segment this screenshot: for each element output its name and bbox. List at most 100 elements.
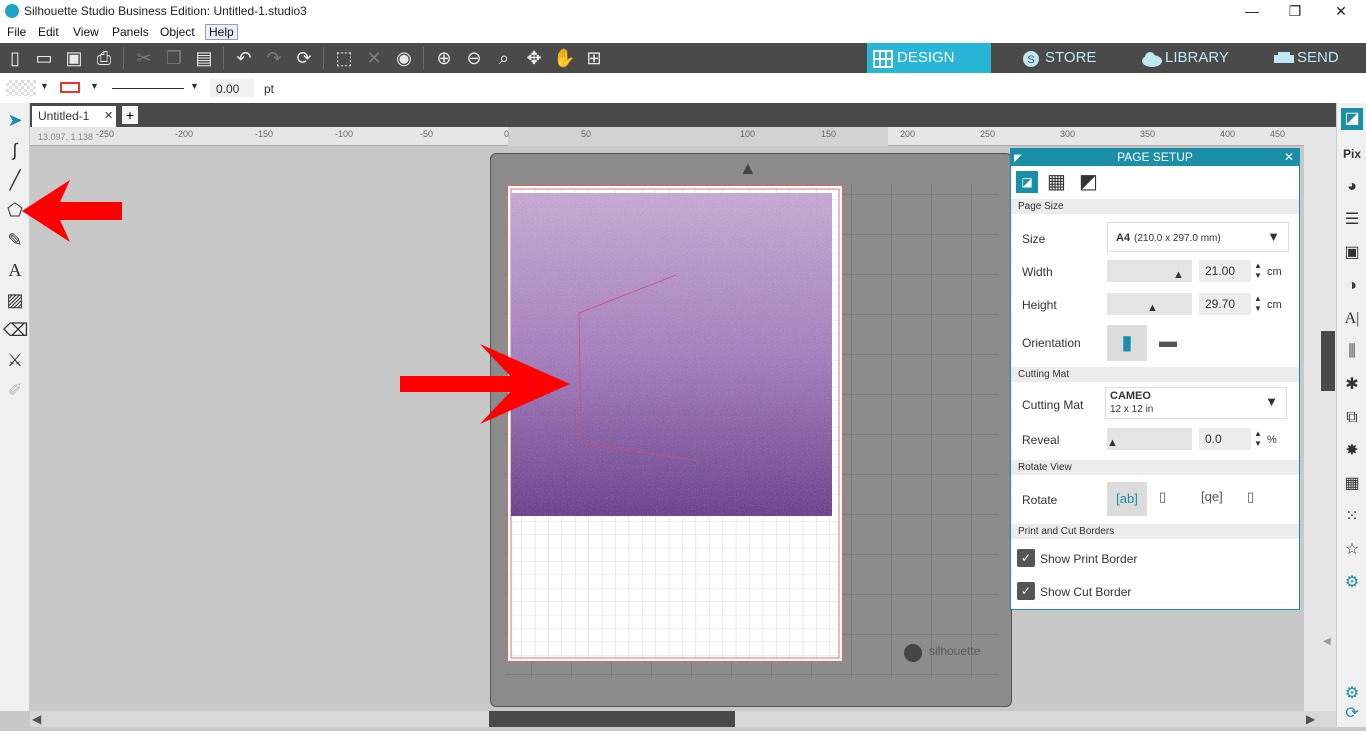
- drag-zoom-icon[interactable]: ✥: [523, 47, 545, 69]
- rotate-180-icon[interactable]: [qe]: [1201, 489, 1223, 504]
- text-style-icon[interactable]: A|: [1341, 308, 1363, 330]
- minimize-button[interactable]: —: [1237, 2, 1267, 20]
- reveal-slider[interactable]: ▲: [1107, 428, 1192, 450]
- chevron-down-icon[interactable]: ▼: [40, 81, 49, 91]
- copy-icon[interactable]: ❐: [163, 47, 185, 69]
- line-style-preview[interactable]: [112, 88, 184, 89]
- width-slider[interactable]: ▲: [1107, 260, 1192, 282]
- settings-gear-icon[interactable]: ⚙: [1341, 572, 1363, 594]
- new-file-icon[interactable]: ▯: [4, 47, 26, 69]
- slider-handle-icon[interactable]: ▲: [1173, 269, 1184, 281]
- menu-view[interactable]: View: [73, 25, 99, 39]
- pixscan-icon[interactable]: Pix: [1341, 143, 1363, 165]
- star-favorite-icon[interactable]: ☆: [1341, 539, 1363, 561]
- height-input[interactable]: 29.70: [1199, 293, 1251, 315]
- zoom-out-icon[interactable]: ⊖: [463, 47, 485, 69]
- portrait-orientation-icon[interactable]: ▮: [1107, 325, 1147, 361]
- menu-panels[interactable]: Panels: [112, 25, 149, 39]
- close-panel-icon[interactable]: ✕: [1284, 149, 1294, 166]
- rotate-0-icon[interactable]: [ab]: [1107, 482, 1147, 516]
- show-cut-border-checkbox[interactable]: ✓: [1017, 582, 1035, 600]
- zoom-in-icon[interactable]: ⊕: [433, 47, 455, 69]
- offset-icon[interactable]: ▦: [1341, 473, 1363, 495]
- rotate-90-icon[interactable]: ▯: [1159, 489, 1166, 505]
- page-size-select[interactable]: A4 (210.0 x 297.0 mm) ▼: [1107, 222, 1289, 252]
- slider-handle-icon[interactable]: ▲: [1147, 302, 1158, 314]
- grid-tab-icon[interactable]: ▦: [1047, 171, 1066, 193]
- scroll-left-icon[interactable]: ◀: [32, 712, 41, 726]
- line-style-icon[interactable]: ☰: [1341, 209, 1363, 231]
- refresh-icon[interactable]: ⟳: [1341, 703, 1363, 725]
- slider-handle-icon[interactable]: ▲: [1107, 437, 1118, 449]
- scroll-arrow-icon[interactable]: ◀: [1323, 636, 1331, 647]
- menu-file[interactable]: File: [7, 25, 26, 39]
- select-arrow-icon[interactable]: ➤: [3, 108, 27, 132]
- select-by-color-icon[interactable]: ◉: [393, 47, 415, 69]
- tab-send[interactable]: SEND: [1267, 43, 1366, 73]
- text-tool-icon[interactable]: A: [3, 258, 27, 282]
- fill-tool-icon[interactable]: ▨: [3, 288, 27, 312]
- page-setup-tab-icon[interactable]: ◪: [1016, 171, 1038, 193]
- height-stepper-icon[interactable]: ▲ ▼: [1254, 294, 1262, 314]
- fill-panel-icon[interactable]: ◕: [1341, 176, 1363, 198]
- undo-icon[interactable]: ↶: [233, 47, 255, 69]
- menu-object[interactable]: Object: [160, 25, 195, 39]
- zoom-selected-icon[interactable]: ⌕: [493, 47, 515, 69]
- deselect-icon[interactable]: ✕: [363, 47, 385, 69]
- redraw-icon[interactable]: ⟳: [293, 47, 315, 69]
- reveal-stepper-icon[interactable]: ▲ ▼: [1254, 429, 1262, 449]
- add-tab-button[interactable]: +: [122, 106, 138, 124]
- tab-untitled-1[interactable]: Untitled-1 ✕: [32, 106, 116, 127]
- fit-to-page-icon[interactable]: ⊞: [583, 47, 605, 69]
- paste-icon[interactable]: ▤: [193, 47, 215, 69]
- tab-library[interactable]: LIBRARY: [1135, 43, 1250, 73]
- reveal-input[interactable]: 0.0: [1199, 428, 1251, 450]
- chevron-down-icon[interactable]: ▼: [190, 81, 199, 91]
- redo-icon[interactable]: ↷: [263, 47, 285, 69]
- rotate-270-icon[interactable]: ▯: [1247, 489, 1254, 505]
- cutting-mat-select[interactable]: CAMEO 12 x 12 in ▼: [1105, 387, 1287, 419]
- landscape-orientation-icon[interactable]: ▬: [1159, 331, 1177, 352]
- point-edit-icon[interactable]: ∫: [3, 138, 27, 162]
- close-button[interactable]: ✕: [1326, 2, 1356, 20]
- print-icon[interactable]: ⎙: [93, 47, 115, 69]
- contrast-icon[interactable]: ◑: [1341, 275, 1363, 297]
- line-width-input[interactable]: 0.00: [210, 79, 254, 97]
- vertical-scrollbar[interactable]: ◀: [1320, 146, 1336, 711]
- maximize-button[interactable]: ❐: [1280, 2, 1310, 20]
- fill-color-swatch[interactable]: [6, 80, 36, 96]
- vertical-scroll-thumb[interactable]: [1321, 331, 1335, 391]
- width-stepper-icon[interactable]: ▲ ▼: [1254, 261, 1262, 281]
- select-all-icon[interactable]: ⬚: [333, 47, 355, 69]
- eraser-tool-icon[interactable]: ⌫: [3, 318, 28, 342]
- tab-design[interactable]: DESIGN: [867, 43, 991, 73]
- line-color-swatch[interactable]: [60, 82, 80, 93]
- image-effects-icon[interactable]: ▣: [1341, 242, 1363, 264]
- chevron-down-icon[interactable]: ▼: [90, 81, 99, 91]
- close-tab-icon[interactable]: ✕: [104, 109, 113, 122]
- horizontal-scrollbar[interactable]: ◀ ▶: [30, 711, 1336, 727]
- width-input[interactable]: 21.00: [1199, 260, 1251, 282]
- collapse-arrow-icon[interactable]: ◤: [1014, 150, 1022, 167]
- height-slider[interactable]: ▲: [1107, 293, 1192, 315]
- menu-help[interactable]: Help: [205, 24, 238, 40]
- registration-tab-icon[interactable]: ◩: [1079, 171, 1098, 193]
- eyedropper-tool-icon[interactable]: ✐: [3, 378, 27, 402]
- pan-hand-icon[interactable]: ✋: [553, 47, 575, 69]
- scroll-right-icon[interactable]: ▶: [1306, 712, 1315, 726]
- cut-icon[interactable]: ✂: [133, 47, 155, 69]
- horizontal-scroll-thumb[interactable]: [489, 711, 735, 727]
- show-print-border-checkbox[interactable]: ✓: [1017, 549, 1035, 567]
- gear-icon[interactable]: ⚙: [1341, 683, 1363, 705]
- trace-icon[interactable]: ⁙: [1341, 506, 1363, 528]
- transform-icon[interactable]: ✱: [1341, 374, 1363, 396]
- save-icon[interactable]: ▣: [63, 47, 85, 69]
- tab-store[interactable]: S STORE: [1015, 43, 1115, 73]
- menu-edit[interactable]: Edit: [38, 25, 59, 39]
- replicate-icon[interactable]: ⧉: [1341, 407, 1363, 429]
- align-icon[interactable]: ⫼: [1341, 341, 1363, 363]
- modify-icon[interactable]: ✸: [1341, 440, 1363, 462]
- knife-tool-icon[interactable]: ⚔: [3, 348, 27, 372]
- open-folder-icon[interactable]: ▭: [33, 47, 55, 69]
- page-setup-icon[interactable]: ◪: [1341, 108, 1363, 130]
